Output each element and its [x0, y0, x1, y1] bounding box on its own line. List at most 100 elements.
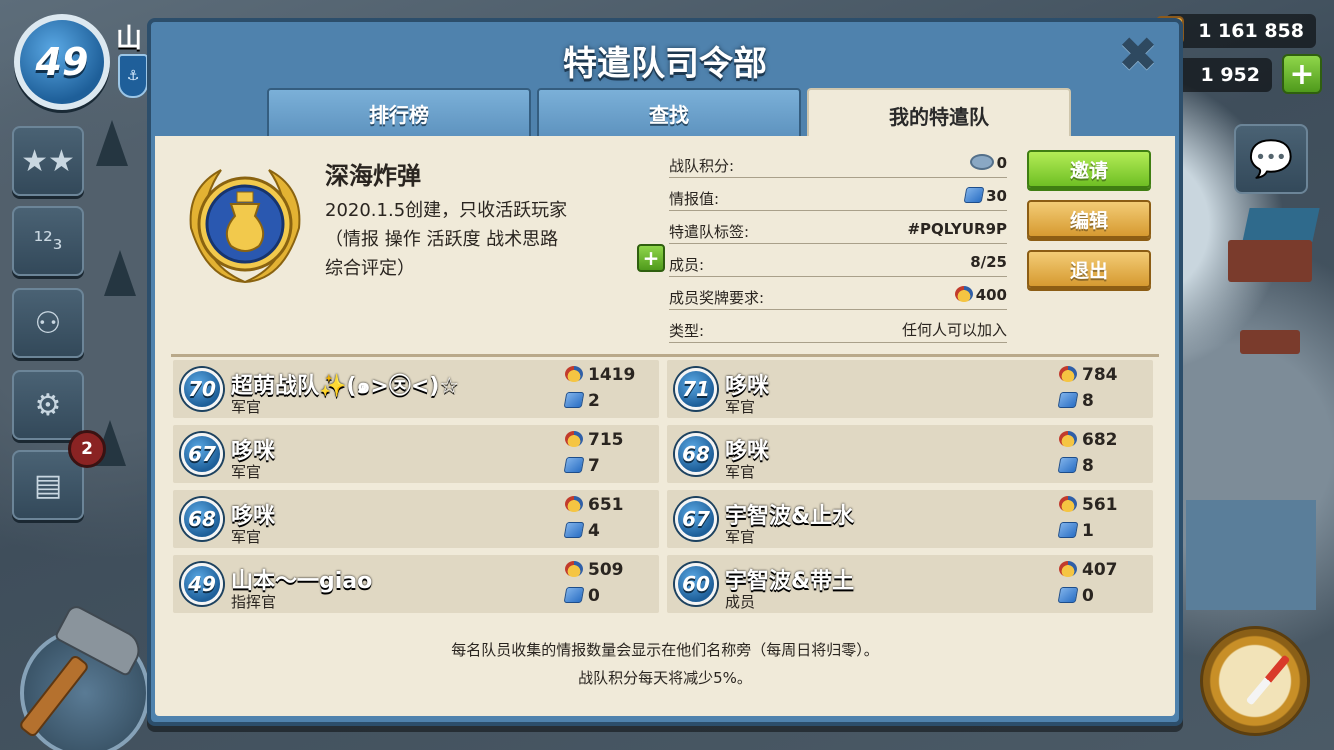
settings-button[interactable]: ⚙ [12, 370, 84, 440]
info-value: 0 [969, 154, 1007, 172]
member-level-badge: 67 [181, 433, 223, 475]
medal-icon [565, 561, 583, 577]
gold-amount: 1 161 858 [1198, 20, 1304, 42]
map-button[interactable] [1200, 626, 1310, 736]
member-medals: 509 [565, 560, 624, 580]
gold-resource-bar: 1 161 858 [1156, 14, 1316, 48]
info-row-medal-requirement: 成员奖牌要求: 400 [669, 284, 1007, 310]
type-value: 任何人可以加入 [901, 321, 1007, 339]
member-row[interactable]: 70 超萌战队✨(๑>㉨<)☆ 军官 1419 2 [173, 360, 659, 418]
close-button[interactable]: ✖ [1115, 31, 1161, 79]
member-level-badge: 70 [181, 368, 223, 410]
member-rank: 指挥官 [231, 593, 277, 611]
intel-value: 2 [588, 391, 600, 411]
leaderboard-button[interactable]: ¹²₃ [12, 206, 84, 276]
task-force-description: 2020.1.5创建，只收活跃玩家 （情报 操作 活跃度 战术思路 综合评定） [325, 200, 568, 279]
add-member-button[interactable]: + [637, 244, 665, 272]
intel-icon [963, 187, 985, 203]
member-row[interactable]: 68 哆咪 军官 682 8 [667, 425, 1153, 483]
member-row[interactable]: 49 山本～一giao 指挥官 509 0 [173, 555, 659, 613]
member-intel: 0 [1057, 586, 1094, 606]
member-rank: 军官 [231, 398, 262, 416]
diamond-amount: 1 952 [1200, 64, 1261, 86]
rank-shield-icon: ⚓ [118, 54, 148, 98]
member-intel: 4 [563, 521, 600, 541]
building [1228, 240, 1312, 282]
member-row[interactable]: 60 宇智波&带土 成员 407 0 [667, 555, 1153, 613]
member-medals: 407 [1059, 560, 1118, 580]
medals-value: 561 [1082, 495, 1118, 515]
intel-icon [563, 457, 585, 473]
member-medals: 651 [565, 495, 624, 515]
member-rank: 成员 [725, 593, 756, 611]
info-label: 类型: [669, 322, 705, 340]
task-force-emblem-icon [189, 169, 301, 283]
member-rank: 军官 [725, 398, 756, 416]
medal-icon [565, 431, 583, 447]
score-value: 0 [996, 154, 1007, 172]
member-medals: 682 [1059, 430, 1118, 450]
footer-line-2: 战队积分每天将减少5%。 [578, 669, 752, 687]
medals-value: 509 [588, 560, 624, 580]
member-medals: 561 [1059, 495, 1118, 515]
rating-button[interactable]: ★★ [12, 126, 84, 196]
info-row-type: 类型: 任何人可以加入 [669, 317, 1007, 343]
tag-value[interactable]: #PQLYUR9P [907, 220, 1007, 238]
member-level-badge: 49 [181, 563, 223, 605]
member-medals: 1419 [565, 365, 635, 385]
tab-search[interactable]: 查找 [537, 88, 801, 138]
member-level-badge: 68 [181, 498, 223, 540]
member-rank: 军官 [231, 463, 262, 481]
chat-button[interactable]: 💬 [1234, 124, 1308, 194]
intel-icon [1057, 522, 1079, 538]
leave-button[interactable]: 退出 [1027, 250, 1151, 288]
wing-icon [969, 154, 994, 170]
member-rank: 军官 [231, 528, 262, 546]
invite-button[interactable]: 邀请 [1027, 150, 1151, 188]
info-label: 成员奖牌要求: [669, 289, 765, 307]
task-force-name: 深海炸弹 [325, 162, 421, 190]
edit-button[interactable]: 编辑 [1027, 200, 1151, 238]
info-label: 成员: [669, 256, 705, 274]
member-medals: 784 [1059, 365, 1118, 385]
info-row-score: 战队积分: 0 [669, 152, 1007, 178]
member-intel: 7 [563, 456, 600, 476]
member-row[interactable]: 67 宇智波&止水 军官 561 1 [667, 490, 1153, 548]
medal-icon [565, 366, 583, 382]
member-intel: 8 [1057, 391, 1094, 411]
plus-icon: + [642, 246, 660, 270]
gear-icon: ⚙ [34, 387, 62, 423]
tab-label: 排行榜 [369, 102, 429, 127]
tab-my-task-force[interactable]: 我的特遣队 [807, 88, 1071, 140]
intel-value: 0 [1082, 586, 1094, 606]
footer-line-1: 每名队员收集的情报数量会显示在他们名称旁（每周日将归零）。 [451, 641, 879, 659]
member-rank: 军官 [725, 463, 756, 481]
member-row[interactable]: 67 哆咪 军官 715 7 [173, 425, 659, 483]
medals-value: 682 [1082, 430, 1118, 450]
intel-icon [1057, 392, 1079, 408]
member-intel: 0 [563, 586, 600, 606]
player-level-badge[interactable]: 49 [14, 14, 110, 110]
chat-bubble-icon: 💬 [1248, 139, 1294, 180]
buy-diamonds-button[interactable]: + [1282, 54, 1322, 94]
my-task-force-panel: 深海炸弹 2020.1.5创建，只收活跃玩家 （情报 操作 活跃度 战术思路 综… [155, 136, 1175, 716]
info-label: 特遣队标签: [669, 223, 750, 241]
medal-icon [1059, 561, 1077, 577]
medal-requirement-value: 400 [975, 286, 1007, 304]
member-row[interactable]: 68 哆咪 军官 651 4 [173, 490, 659, 548]
tab-leaderboard[interactable]: 排行榜 [267, 88, 531, 138]
intel-icon [563, 522, 585, 538]
network-icon: ⚇ [34, 305, 62, 341]
member-intel: 2 [563, 391, 600, 411]
building [1242, 208, 1320, 242]
intel-value: 30 [986, 187, 1007, 205]
tab-label: 查找 [649, 102, 689, 127]
notification-badge: 2 [68, 430, 106, 468]
task-force-button[interactable]: ⚇ [12, 288, 84, 358]
member-row[interactable]: 71 哆咪 军官 784 8 [667, 360, 1153, 418]
medal-icon [1059, 496, 1077, 512]
footer-note: 每名队员收集的情报数量会显示在他们名称旁（每周日将归零）。 战队积分每天将减少5… [155, 636, 1175, 692]
medals-value: 651 [588, 495, 624, 515]
task-force-dialog: 特遣队司令部 ✖ 排行榜 查找 我的特遣队 深海炸弹 2020.1.5创建，只收… [147, 18, 1183, 726]
member-intel: 8 [1057, 456, 1094, 476]
